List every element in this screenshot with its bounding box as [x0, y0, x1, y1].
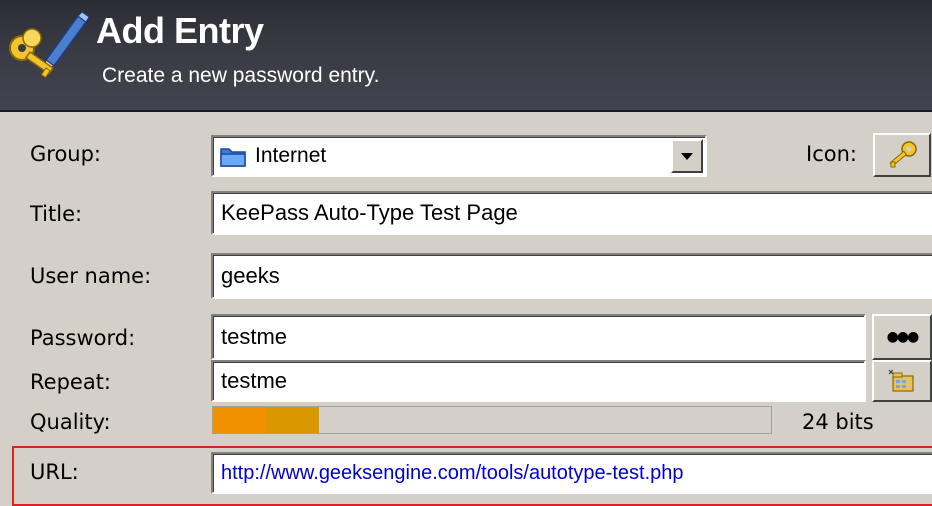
password-generator-button[interactable]: [872, 360, 932, 402]
repeat-label: Repeat:: [30, 370, 111, 394]
password-quality-bar: [212, 406, 772, 434]
group-value: Internet: [255, 144, 327, 167]
quality-bits-text: 24 bits: [802, 410, 874, 434]
icon-label: Icon:: [806, 142, 857, 166]
quality-bar-fill-segment: [213, 407, 267, 433]
group-combobox[interactable]: Internet: [211, 135, 707, 177]
group-dropdown-button[interactable]: [671, 139, 703, 173]
group-label: Group:: [30, 142, 102, 166]
icon-picker-button[interactable]: [873, 133, 931, 177]
username-label: User name:: [30, 264, 152, 288]
key-icon: [889, 141, 917, 168]
dialog-title: Add Entry: [96, 10, 264, 51]
chevron-down-icon: [681, 153, 693, 160]
username-input[interactable]: geeks: [211, 253, 932, 299]
password-input[interactable]: testme: [211, 314, 866, 360]
quality-label: Quality:: [30, 410, 111, 434]
folder-icon: [220, 148, 246, 167]
url-input[interactable]: http://www.geeksengine.com/tools/autotyp…: [211, 452, 932, 494]
password-label: Password:: [30, 326, 136, 350]
dialog-subtitle: Create a new password entry.: [102, 64, 380, 87]
title-input[interactable]: KeePass Auto-Type Test Page: [211, 191, 932, 235]
url-label: URL:: [30, 460, 79, 484]
show-password-toggle[interactable]: ●●●: [872, 314, 932, 360]
repeat-password-input[interactable]: testme: [211, 360, 866, 402]
dialog-header: Add Entry Create a new password entry.: [0, 0, 932, 112]
password-generator-icon: [888, 369, 914, 392]
keys-pencil-icon: [9, 11, 90, 79]
quality-bar-fill-segment: [267, 407, 319, 433]
title-label: Title:: [30, 202, 83, 226]
